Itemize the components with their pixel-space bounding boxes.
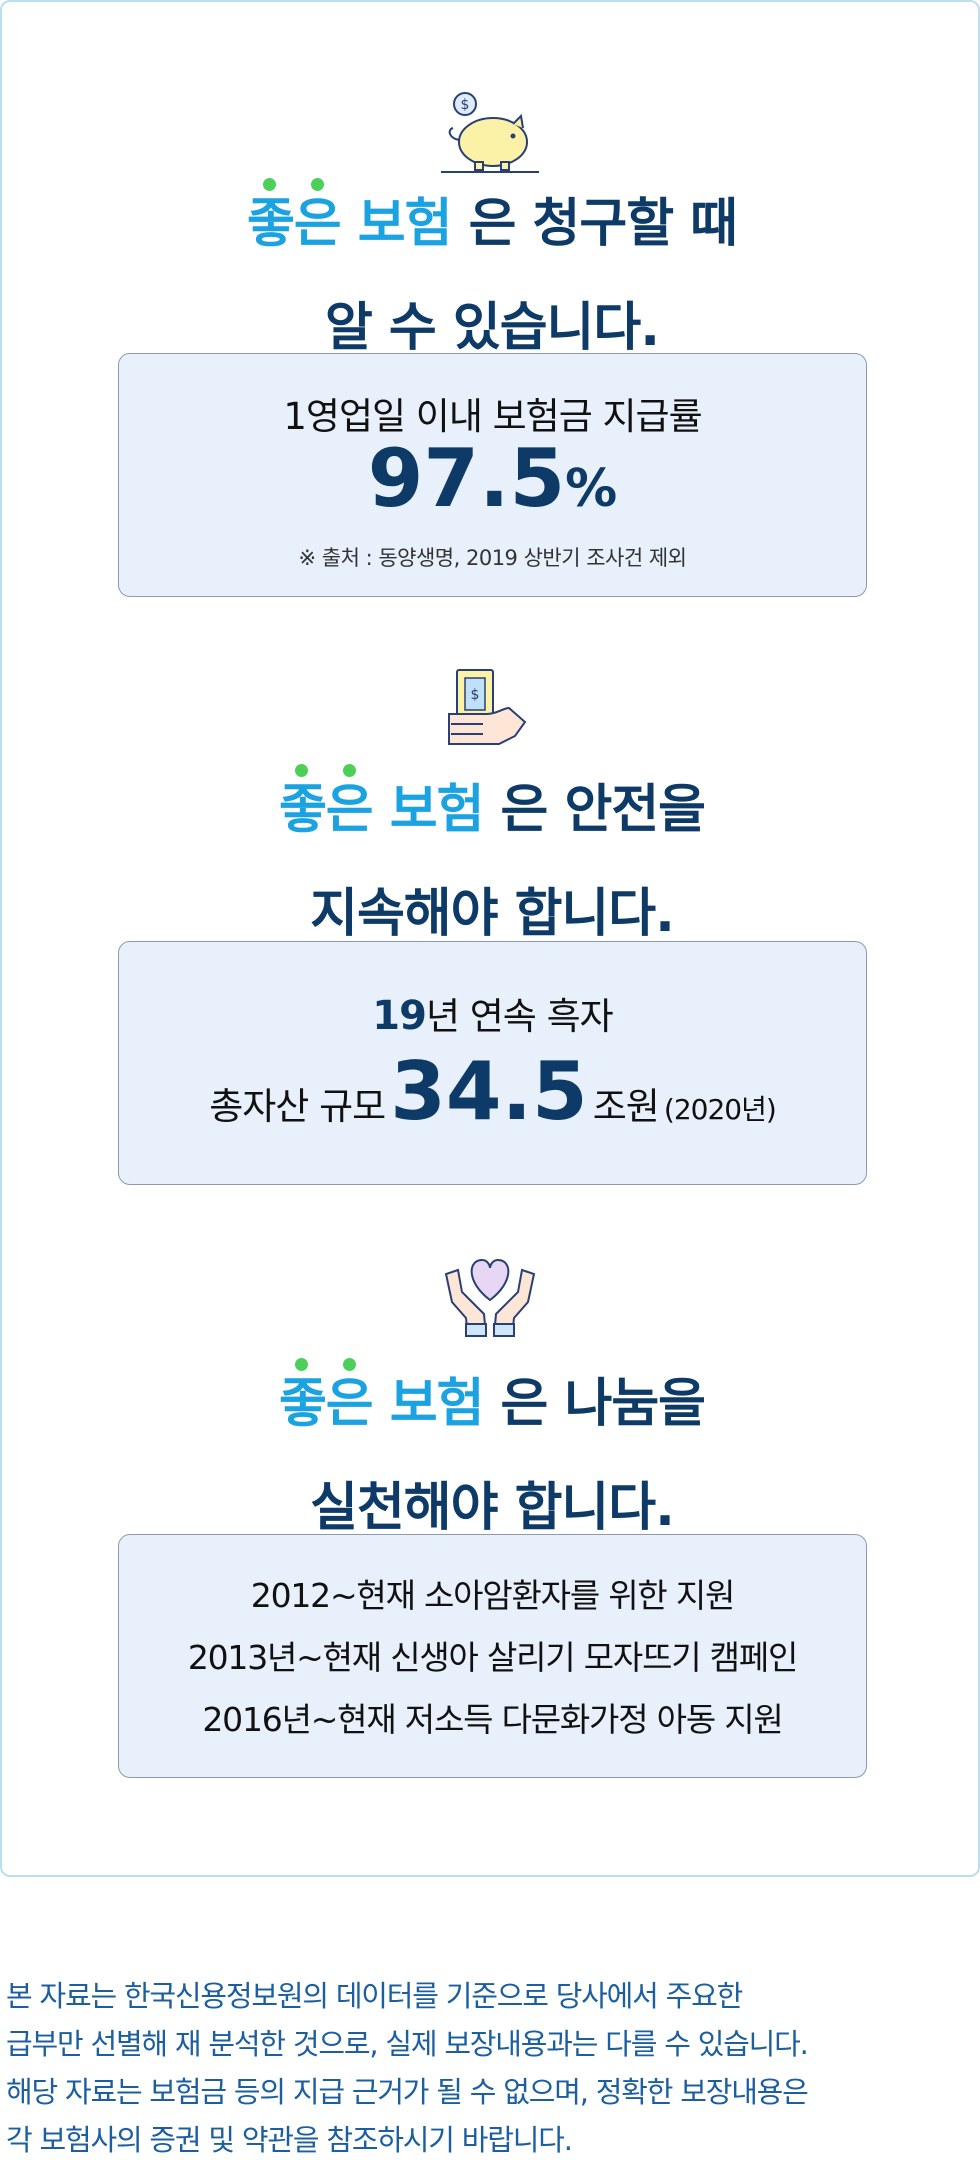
disclaimer-line: 각 보험사의 증권 및 약관을 참조하시기 바랍니다. xyxy=(6,2123,573,2157)
emphasis-dots xyxy=(251,178,324,192)
emphasis-dots xyxy=(283,1358,356,1372)
svg-text:$: $ xyxy=(471,687,480,703)
list-item: 2016년~현재 저소득 다문화가정 아동 지원 xyxy=(202,1700,783,1739)
stat-box-stability: 19년 연속 흑자 총자산 규모 34.5 조원 (2020년) xyxy=(118,941,867,1185)
disclaimer-line: 해당 자료는 보험금 등의 지급 근거가 될 수 없으며, 정확한 보장내용은 xyxy=(6,2075,809,2109)
headline-rest: 은 나눔을 xyxy=(500,1374,706,1434)
assets-unit: 조원 xyxy=(592,1085,660,1128)
stat-box-payout: 1영업일 이내 보험금 지급률 97.5% ※ 출처 : 동양생명, 2019 … xyxy=(118,353,867,597)
profit-streak-text: 년 연속 흑자 xyxy=(425,995,614,1038)
profit-years: 19 xyxy=(372,993,427,1039)
profit-streak: 19년 연속 흑자 xyxy=(119,986,866,1040)
list-item: 2013년~현재 신생아 살리기 모자뜨기 캠페인 xyxy=(187,1638,799,1677)
main-card: $ 좋은 보험 은 청구할 때 알 수 있습니다. 1영업일 이내 보험금 지급… xyxy=(0,0,980,1877)
headline-sharing: 좋은 보험 은 나눔을 실천해야 합니다. xyxy=(2,1352,980,1560)
svg-text:$: $ xyxy=(461,97,470,113)
headline-rest: 은 안전을 xyxy=(500,780,706,840)
disclaimer-line: 본 자료는 한국신용정보원의 데이터를 기준으로 당사에서 주요한 xyxy=(6,1979,743,2013)
payout-source-note: ※ 출처 : 동양생명, 2019 상반기 조사건 제외 xyxy=(298,546,688,570)
headline-claims: 좋은 보험 은 청구할 때 알 수 있습니다. xyxy=(2,172,980,380)
assets-label: 총자산 규모 xyxy=(209,1085,386,1128)
emphasis-dots xyxy=(283,764,356,778)
stat-box-sharing: 2012~현재 소아암환자를 위한 지원 2013년~현재 신생아 살리기 모자… xyxy=(118,1534,867,1778)
payout-rate: 97.5% xyxy=(119,434,866,546)
hand-holding-money-icon: $ xyxy=(447,666,533,756)
assets-value: 34.5 xyxy=(390,1045,588,1138)
total-assets: 총자산 규모 34.5 조원 (2020년) xyxy=(119,1042,866,1164)
payout-value: 97.5 xyxy=(367,432,566,525)
headline-highlight: 좋은 보험 xyxy=(279,1358,501,1434)
piggy-bank-icon: $ xyxy=(435,90,545,178)
headline-highlight: 좋은 보험 xyxy=(247,178,469,254)
assets-year: (2020년) xyxy=(663,1093,777,1126)
list-item: 2012~현재 소아암환자를 위한 지원 xyxy=(250,1576,736,1615)
sharing-list: 2012~현재 소아암환자를 위한 지원 2013년~현재 신생아 살리기 모자… xyxy=(119,1565,866,1751)
disclaimer: 본 자료는 한국신용정보원의 데이터를 기준으로 당사에서 주요한 급부만 선별… xyxy=(6,1972,971,2160)
headline-rest: 은 청구할 때 xyxy=(468,194,738,254)
headline-highlight: 좋은 보험 xyxy=(279,764,501,840)
headline-stability: 좋은 보험 은 안전을 지속해야 합니다. xyxy=(2,758,980,966)
hands-holding-heart-icon xyxy=(438,1252,542,1342)
disclaimer-line: 급부만 선별해 재 분석한 것으로, 실제 보장내용과는 다를 수 있습니다. xyxy=(6,2027,809,2061)
payout-unit: % xyxy=(565,459,618,519)
